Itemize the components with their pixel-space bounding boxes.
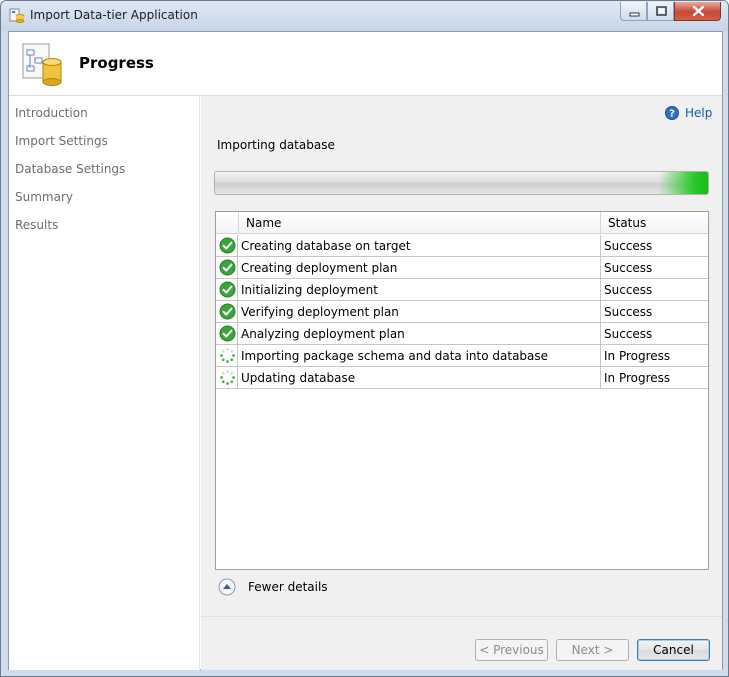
table-row[interactable]: Verifying deployment plan Success — [216, 301, 708, 323]
previous-button-label: < Previous — [479, 643, 544, 657]
page-header: Progress — [9, 32, 722, 96]
success-check-icon — [219, 303, 236, 320]
previous-button[interactable]: < Previous — [475, 639, 548, 661]
row-icon-cell — [216, 301, 238, 322]
sidebar-item-database-settings[interactable]: Database Settings — [15, 162, 125, 176]
close-icon — [692, 5, 705, 17]
row-name: Importing package schema and data into d… — [241, 349, 549, 363]
table-row[interactable]: Analyzing deployment plan Success — [216, 323, 708, 345]
table-header: Name Status — [216, 212, 708, 234]
dialog-window: Import Data-tier Application Progress In… — [0, 0, 729, 677]
sidebar-item-summary[interactable]: Summary — [15, 190, 73, 204]
help-link[interactable]: ? Help — [665, 104, 712, 122]
minimize-button[interactable] — [620, 2, 647, 21]
row-name: Initializing deployment — [241, 283, 378, 297]
close-button[interactable] — [674, 2, 721, 21]
row-name: Creating deployment plan — [241, 261, 398, 275]
maximize-button[interactable] — [647, 2, 674, 21]
minimize-icon — [629, 12, 640, 17]
collapse-up-icon — [218, 578, 236, 596]
wizard-sidebar: Introduction Import Settings Database Se… — [9, 96, 200, 670]
row-icon-cell — [216, 345, 238, 366]
next-button-label: Next > — [571, 643, 614, 657]
details-toggle-label[interactable]: Fewer details — [248, 580, 328, 594]
sidebar-item-import-settings[interactable]: Import Settings — [15, 134, 108, 148]
cancel-button[interactable]: Cancel — [637, 639, 710, 661]
row-icon-cell — [216, 279, 238, 300]
cancel-button-label: Cancel — [653, 643, 694, 657]
row-status: Success — [600, 257, 708, 278]
row-icon-cell — [216, 323, 238, 344]
row-status: In Progress — [600, 367, 708, 388]
table-row[interactable]: Initializing deployment Success — [216, 279, 708, 301]
row-name: Analyzing deployment plan — [241, 327, 405, 341]
table-row[interactable]: Importing package schema and data into d… — [216, 345, 708, 367]
column-header-name[interactable]: Name — [246, 216, 281, 230]
row-icon-cell — [216, 367, 238, 388]
data-tier-app-icon — [9, 8, 25, 23]
dialog-client-area: Progress Introduction Import Settings Da… — [8, 31, 723, 670]
main-panel: ? Help Importing database Name Status Cr… — [201, 96, 722, 670]
row-name: Creating database on target — [241, 239, 411, 253]
table-row[interactable]: Creating deployment plan Success — [216, 257, 708, 279]
row-icon-cell — [216, 235, 238, 256]
footer-divider — [201, 616, 722, 617]
import-database-icon — [22, 43, 62, 86]
maximize-icon — [656, 6, 667, 16]
next-button[interactable]: Next > — [556, 639, 629, 661]
row-status: Success — [600, 279, 708, 300]
table-row[interactable]: Creating database on target Success — [216, 235, 708, 257]
progress-bar-fill — [658, 172, 708, 194]
row-status: Success — [600, 323, 708, 344]
success-check-icon — [219, 237, 236, 254]
success-check-icon — [219, 259, 236, 276]
page-title: Progress — [79, 54, 154, 72]
window-title: Import Data-tier Application — [30, 8, 198, 22]
row-name: Updating database — [241, 371, 356, 385]
row-status: Success — [600, 235, 708, 256]
svg-text:?: ? — [669, 109, 675, 120]
progress-table: Name Status Creating database on target S… — [215, 211, 709, 570]
row-name: Verifying deployment plan — [241, 305, 399, 319]
row-status: In Progress — [600, 345, 708, 366]
success-check-icon — [219, 325, 236, 342]
in-progress-spinner-icon — [220, 370, 235, 385]
column-header-status[interactable]: Status — [608, 216, 646, 230]
column-divider — [238, 212, 239, 233]
title-bar[interactable]: Import Data-tier Application — [1, 1, 728, 31]
sidebar-item-results[interactable]: Results — [15, 218, 58, 232]
table-row[interactable]: Updating database In Progress — [216, 367, 708, 389]
sidebar-item-introduction[interactable]: Introduction — [15, 106, 88, 120]
help-label[interactable]: Help — [685, 106, 712, 120]
details-toggle[interactable]: Fewer details — [218, 578, 328, 596]
column-divider — [600, 212, 601, 233]
help-icon: ? — [665, 106, 679, 120]
success-check-icon — [219, 281, 236, 298]
in-progress-spinner-icon — [220, 348, 235, 363]
row-status: Success — [600, 301, 708, 322]
row-icon-cell — [216, 257, 238, 278]
progress-bar — [214, 171, 709, 195]
status-text: Importing database — [217, 138, 335, 152]
